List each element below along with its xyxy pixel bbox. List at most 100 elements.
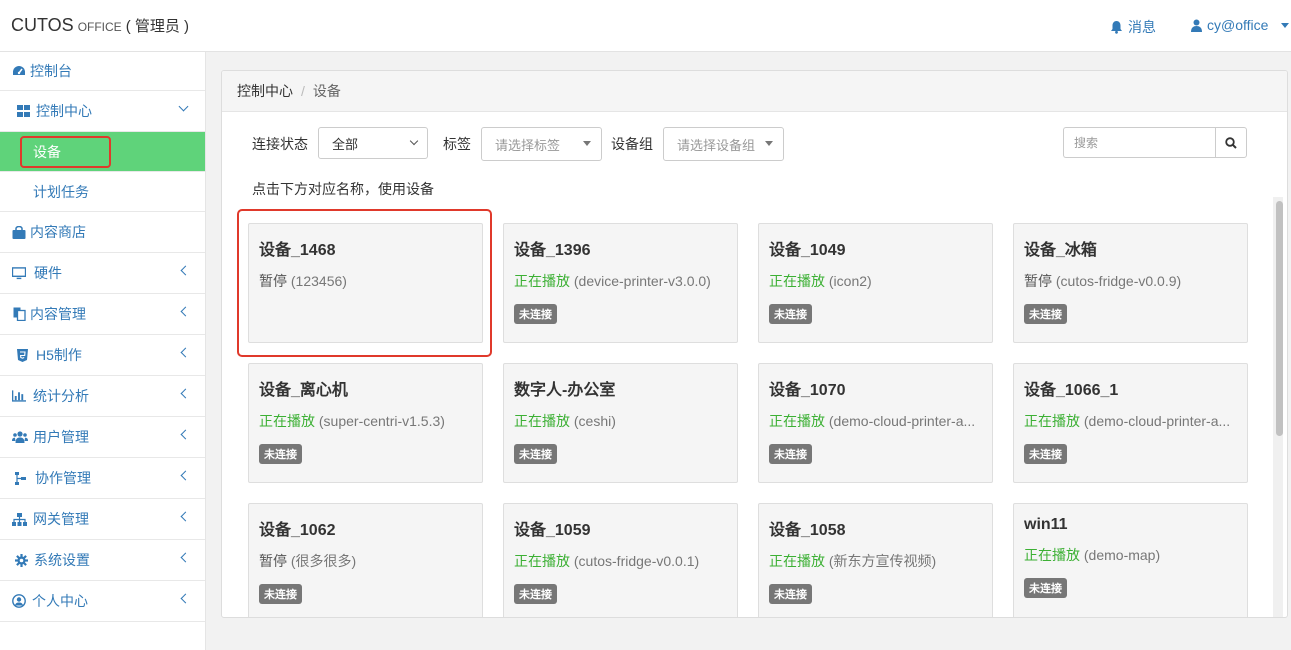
- sidebar-item-content-store[interactable]: 内容商店: [0, 212, 205, 253]
- status-detail: (demo-cloud-printer-a...: [1083, 413, 1231, 429]
- sidebar-item-scheduled-tasks[interactable]: 计划任务: [0, 172, 205, 212]
- connection-badge: 未连接: [769, 584, 812, 604]
- device-name[interactable]: 设备_1396: [514, 236, 727, 260]
- connection-badge: 未连接: [1024, 444, 1067, 464]
- brand-logo[interactable]: CUTOS OFFICE( 管理员 ): [11, 15, 189, 36]
- device-status: 正在播放 (super-centri-v1.5.3): [259, 411, 472, 431]
- html5-icon: [15, 348, 29, 362]
- sidebar-item-label: 用户管理: [33, 429, 89, 445]
- sidebar-item-user-management[interactable]: 用户管理: [0, 417, 205, 458]
- device-status: 暂停 (cutos-fridge-v0.0.9): [1024, 271, 1237, 291]
- status-text: 正在播放: [769, 413, 825, 429]
- connection-badge: 未连接: [769, 444, 812, 464]
- device-status: 正在播放 (新东方宣传视频): [769, 551, 982, 571]
- chevron-left-icon: [180, 347, 191, 358]
- messages-link[interactable]: 消息: [1110, 17, 1156, 37]
- device-card[interactable]: 设备_离心机 正在播放 (super-centri-v1.5.3) 未连接: [248, 363, 483, 483]
- device-status: 暂停 (很多很多): [259, 551, 472, 571]
- sidebar-item-content-management[interactable]: 内容管理: [0, 294, 205, 335]
- device-card[interactable]: win11 正在播放 (demo-map) 未连接: [1013, 503, 1248, 617]
- device-card[interactable]: 设备_1049 正在播放 (icon2) 未连接: [758, 223, 993, 343]
- connection-badge: 未连接: [259, 584, 302, 604]
- sidebar-item-h5-builder[interactable]: H5制作: [0, 335, 205, 376]
- device-name[interactable]: 设备_离心机: [259, 376, 472, 400]
- status-text: 正在播放: [1024, 547, 1080, 563]
- device-card[interactable]: 设备_1066_1 正在播放 (demo-cloud-printer-a... …: [1013, 363, 1248, 483]
- messages-label: 消息: [1128, 19, 1156, 35]
- connection-badge: 未连接: [514, 444, 557, 464]
- chevron-left-icon: [180, 552, 191, 563]
- highlight-box: [20, 136, 111, 168]
- device-name[interactable]: 数字人-办公室: [514, 376, 727, 400]
- sidebar-item-devices[interactable]: 设备: [0, 132, 205, 172]
- user-label: cy@office: [1207, 17, 1269, 33]
- device-name[interactable]: 设备_1049: [769, 236, 982, 260]
- device-status: 正在播放 (demo-map): [1024, 545, 1237, 565]
- status-text: 正在播放: [1024, 413, 1080, 429]
- status-text: 暂停: [1024, 273, 1052, 289]
- sidebar-item-gateway-management[interactable]: 网关管理: [0, 499, 205, 540]
- status-text: 正在播放: [259, 413, 315, 429]
- sidebar-item-system-settings[interactable]: 系统设置: [0, 540, 205, 581]
- status-detail: (很多很多): [290, 553, 357, 569]
- device-name[interactable]: 设备_1066_1: [1024, 376, 1237, 400]
- device-card[interactable]: 设备_1396 正在播放 (device-printer-v3.0.0) 未连接: [503, 223, 738, 343]
- connection-badge: 未连接: [1024, 578, 1067, 598]
- chevron-left-icon: [180, 470, 191, 481]
- user-icon: [1191, 19, 1202, 32]
- bar-chart-icon: [12, 389, 26, 403]
- device-card[interactable]: 数字人-办公室 正在播放 (ceshi) 未连接: [503, 363, 738, 483]
- device-name[interactable]: 设备_1059: [514, 516, 727, 540]
- sidebar: 控制台 控制中心 设备 计划任务 内容商店 硬件 内容管理 H5制作 统计分析 …: [0, 52, 206, 650]
- status-detail: (cutos-fridge-v0.0.1): [573, 553, 700, 569]
- device-card[interactable]: 设备_冰箱 暂停 (cutos-fridge-v0.0.9) 未连接: [1013, 223, 1248, 343]
- connection-badge: 未连接: [514, 584, 557, 604]
- status-detail: (super-centri-v1.5.3): [318, 413, 445, 429]
- status-detail: (ceshi): [573, 413, 616, 429]
- user-circle-icon: [12, 594, 26, 608]
- device-name[interactable]: 设备_1062: [259, 516, 472, 540]
- sitemap-icon: [12, 512, 27, 526]
- connection-badge: 未连接: [769, 304, 812, 324]
- bell-icon: [1111, 21, 1122, 34]
- status-text: 正在播放: [769, 553, 825, 569]
- chevron-left-icon: [180, 511, 191, 522]
- chevron-down-icon: [178, 101, 189, 112]
- device-name[interactable]: 设备_冰箱: [1024, 236, 1237, 260]
- users-icon: [12, 430, 28, 444]
- device-name[interactable]: 设备_1058: [769, 516, 982, 540]
- status-text: 暂停: [259, 553, 287, 569]
- status-text: 正在播放: [514, 273, 570, 289]
- status-detail: (demo-cloud-printer-a...: [828, 413, 976, 429]
- device-name[interactable]: win11: [1024, 516, 1237, 534]
- connection-badge: 未连接: [1024, 304, 1067, 324]
- top-bar: CUTOS OFFICE( 管理员 ) 消息 cy@office: [0, 0, 1291, 52]
- device-name[interactable]: 设备_1070: [769, 376, 982, 400]
- device-card[interactable]: 设备_1070 正在播放 (demo-cloud-printer-a... 未连…: [758, 363, 993, 483]
- sidebar-item-analytics[interactable]: 统计分析: [0, 376, 205, 417]
- status-detail: (device-printer-v3.0.0): [573, 273, 711, 289]
- sidebar-item-dashboard[interactable]: 控制台: [0, 52, 205, 91]
- sidebar-item-hardware[interactable]: 硬件: [0, 253, 205, 294]
- device-panel: 控制中心 / 设备 连接状态 全部 标签 请选择标签 设备组 请选择设备组 点击…: [221, 70, 1288, 618]
- sidebar-item-control-center[interactable]: 控制中心: [0, 91, 205, 132]
- device-status: 正在播放 (cutos-fridge-v0.0.1): [514, 551, 727, 571]
- device-card[interactable]: 设备_1062 暂停 (很多很多) 未连接: [248, 503, 483, 617]
- status-detail: (cutos-fridge-v0.0.9): [1055, 273, 1182, 289]
- gear-icon: [14, 553, 28, 567]
- highlight-box: [237, 209, 492, 357]
- sidebar-item-collaboration[interactable]: 协作管理: [0, 458, 205, 499]
- status-detail: (demo-map): [1083, 547, 1161, 563]
- user-menu[interactable]: cy@office: [1191, 17, 1290, 33]
- caret-down-icon: [1281, 22, 1290, 28]
- chevron-left-icon: [180, 429, 191, 440]
- sidebar-item-personal-center[interactable]: 个人中心: [0, 581, 205, 622]
- device-card[interactable]: 设备_1058 正在播放 (新东方宣传视频) 未连接: [758, 503, 993, 617]
- grid-icon: [16, 104, 30, 118]
- sidebar-item-label: 硬件: [34, 265, 62, 281]
- scrollbar-thumb[interactable]: [1276, 201, 1283, 436]
- status-text: 正在播放: [514, 413, 570, 429]
- device-status: 正在播放 (ceshi): [514, 411, 727, 431]
- files-icon: [12, 307, 26, 321]
- device-card[interactable]: 设备_1059 正在播放 (cutos-fridge-v0.0.1) 未连接: [503, 503, 738, 617]
